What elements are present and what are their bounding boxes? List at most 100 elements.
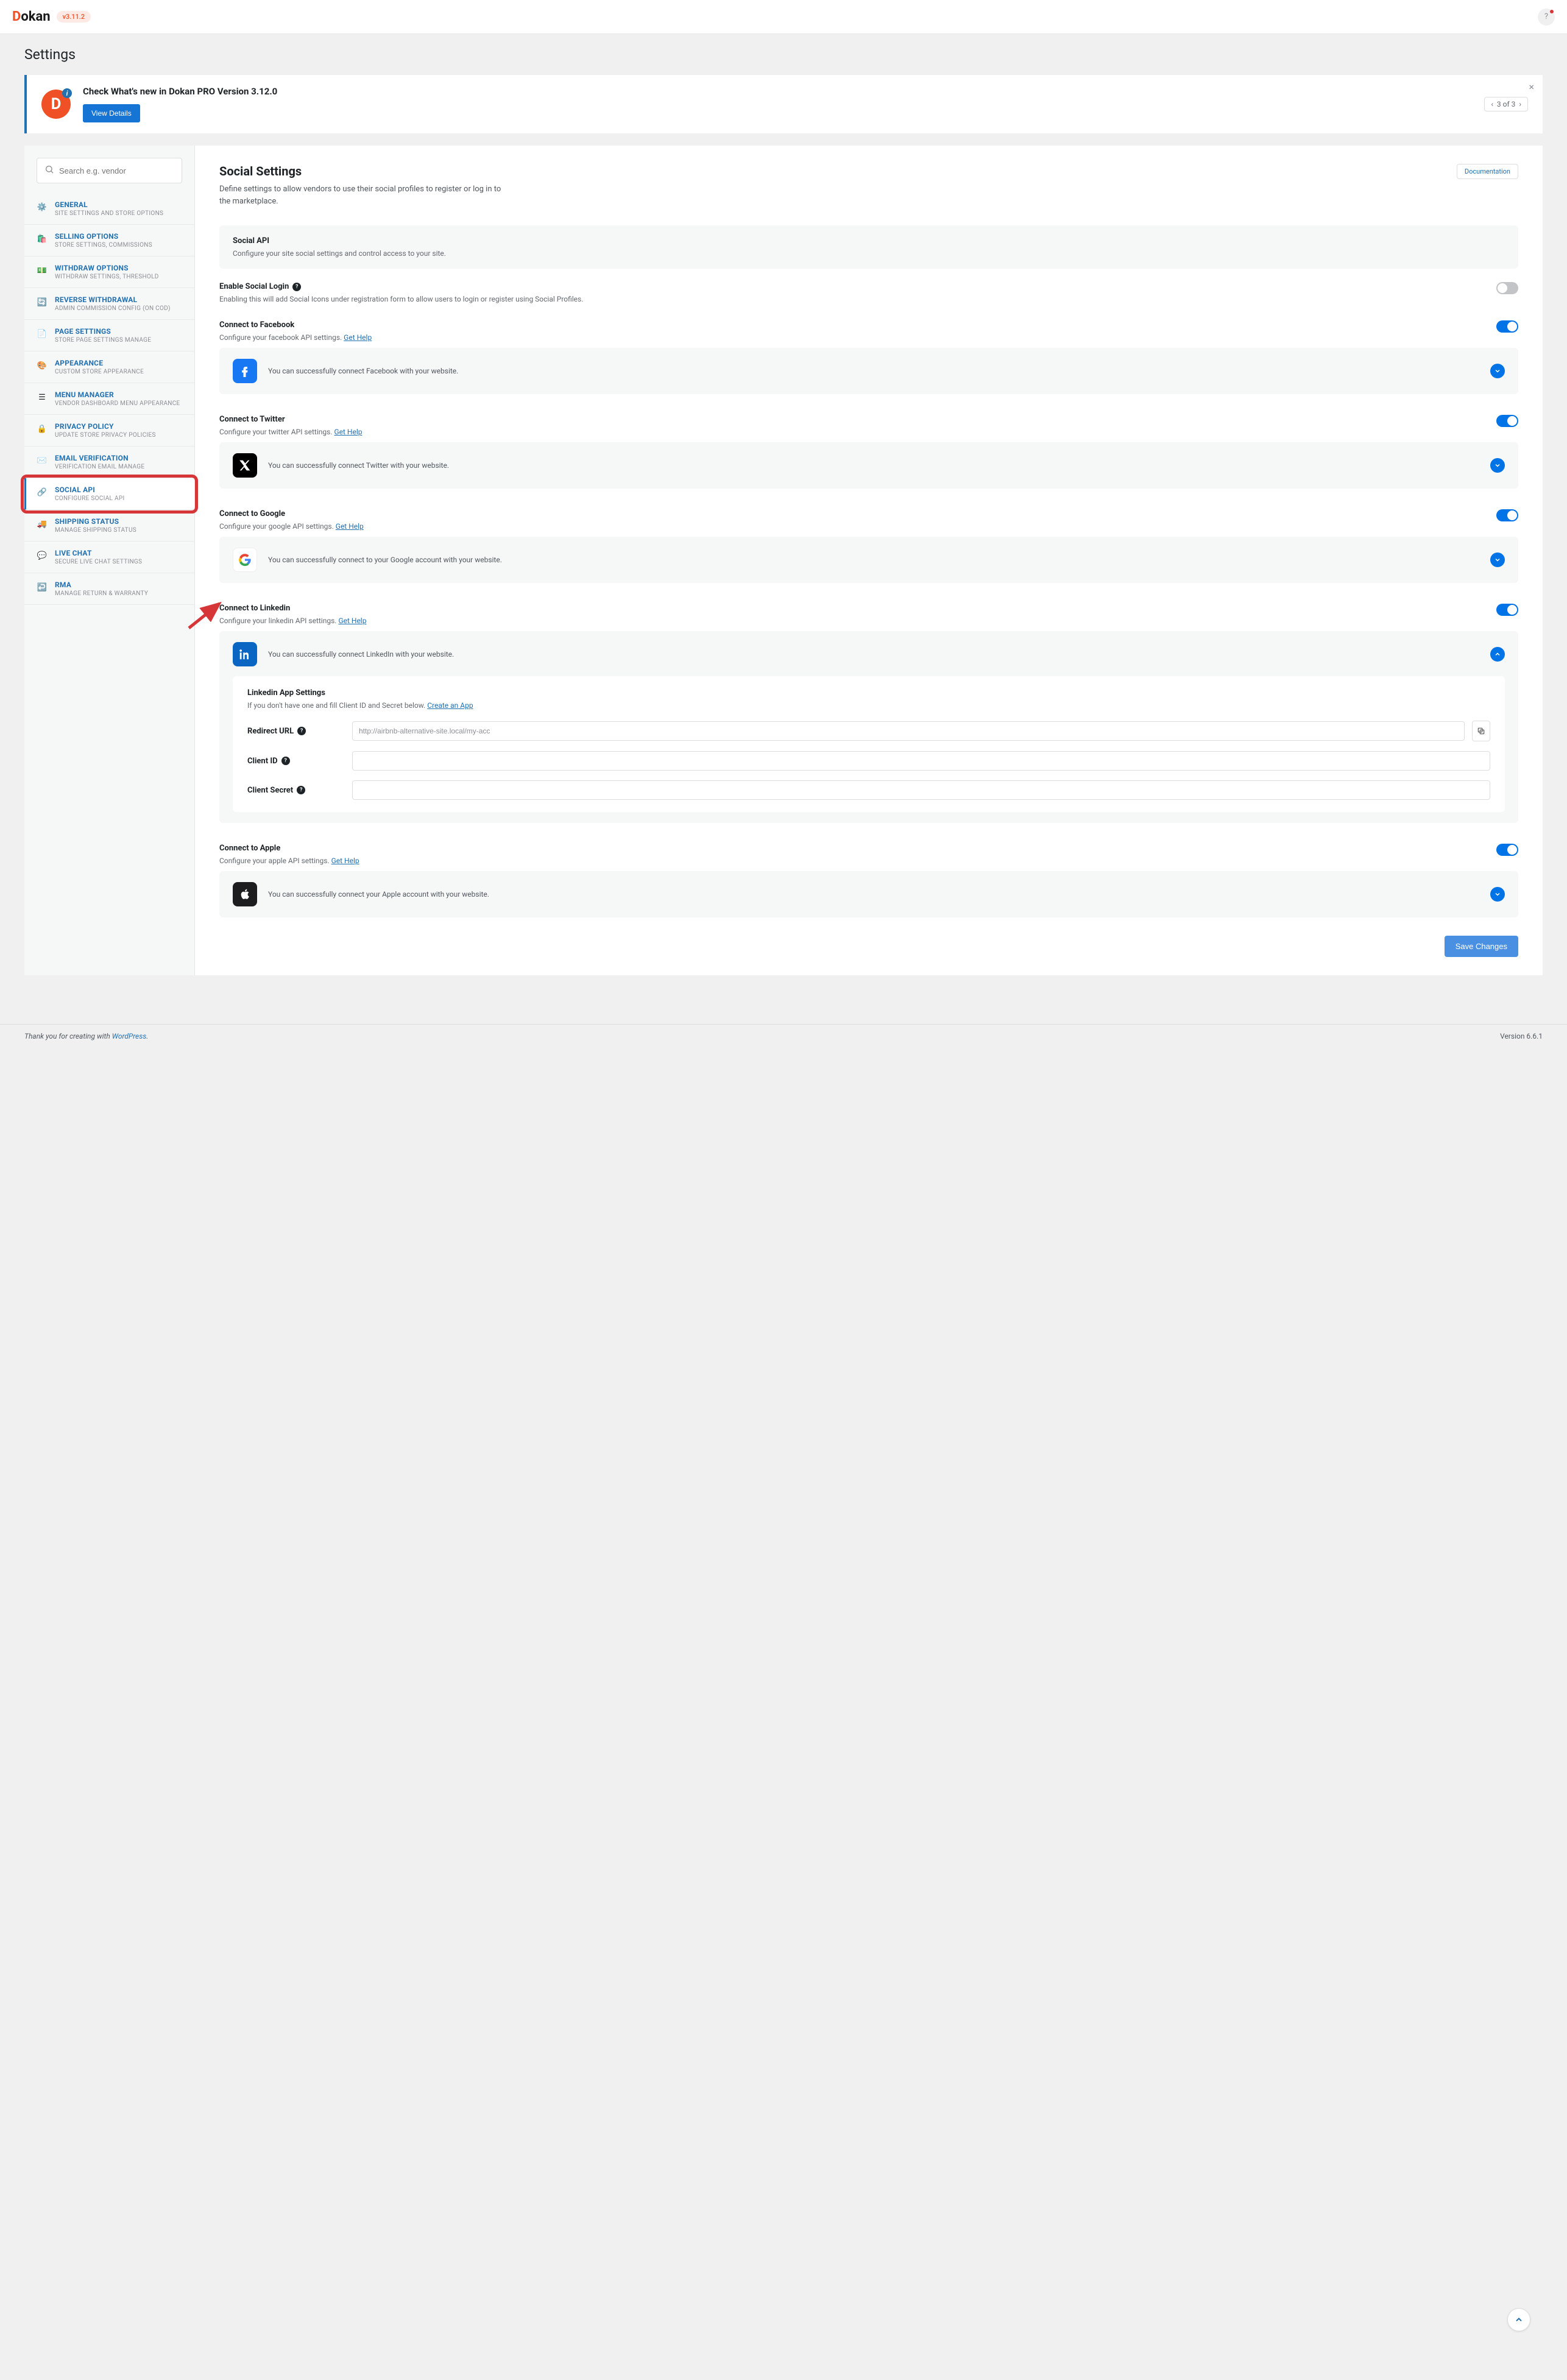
view-details-button[interactable]: View Details [83,104,140,122]
nav-desc: SITE SETTINGS AND STORE OPTIONS [55,210,182,217]
close-icon[interactable]: × [1529,81,1534,93]
nav-desc: UPDATE STORE PRIVACY POLICIES [55,432,182,439]
create-app-link[interactable]: Create an App [427,701,473,710]
nav-label: SHIPPING STATUS [55,517,182,526]
client-id-input[interactable] [352,751,1490,771]
save-changes-button[interactable]: Save Changes [1445,936,1518,957]
twitter-toggle[interactable] [1496,415,1518,427]
client-secret-input[interactable] [352,780,1490,800]
scroll-top-button[interactable] [1507,2308,1530,2331]
apple-card-text: You can successfully connect your Apple … [268,889,1479,900]
nav-icon: ✉️ [37,455,48,466]
search-box[interactable] [37,158,182,183]
sidebar-item-page-settings[interactable]: 📄 PAGE SETTINGS STORE PAGE SETTINGS MANA… [24,320,194,351]
nav-icon: 🔗 [37,487,48,498]
facebook-expand-button[interactable] [1490,364,1505,378]
facebook-help-link[interactable]: Get Help [344,333,372,342]
nav-desc: SECURE LIVE CHAT SETTINGS [55,559,182,565]
nav-label: EMAIL VERIFICATION [55,454,182,462]
nav-icon: 🔄 [37,297,48,308]
sidebar-item-menu-manager[interactable]: ☰ MENU MANAGER VENDOR DASHBOARD MENU APP… [24,383,194,415]
nav-icon: ⚙️ [37,202,48,213]
nav-icon: ☰ [37,392,48,403]
content-title: Social Settings [219,164,512,178]
apple-help-link[interactable]: Get Help [331,856,359,865]
sidebar-item-appearance[interactable]: 🎨 APPEARANCE CUSTOM STORE APPEARANCE [24,351,194,383]
copy-button[interactable] [1472,721,1490,741]
nav-label: SELLING OPTIONS [55,232,182,241]
help-button[interactable]: ? [1538,9,1555,26]
nav-label: WITHDRAW OPTIONS [55,264,182,272]
sidebar-item-shipping-status[interactable]: 🚚 SHIPPING STATUS MANAGE SHIPPING STATUS [24,510,194,542]
notice-title: Check What's new in Dokan PRO Version 3.… [83,86,1472,97]
nav-desc: ADMIN COMMISSION CONFIG (ON COD) [55,305,182,312]
notice-pager[interactable]: ‹ 3 of 3 › [1484,97,1528,111]
nav-icon: 💵 [37,265,48,276]
sidebar-item-live-chat[interactable]: 💬 LIVE CHAT SECURE LIVE CHAT SETTINGS [24,542,194,573]
nav-icon: 💬 [37,550,48,561]
sidebar-item-reverse-withdrawal[interactable]: 🔄 REVERSE WITHDRAWAL ADMIN COMMISSION CO… [24,288,194,320]
chevron-left-icon[interactable]: ‹ [1491,100,1493,108]
facebook-card-text: You can successfully connect Facebook wi… [268,365,1479,376]
wp-version: Version 6.6.1 [1500,1032,1543,1040]
wordpress-link[interactable]: WordPress [112,1032,147,1040]
nav-icon: ↩️ [37,582,48,593]
apple-title: Connect to Apple [219,844,1484,853]
nav-icon: 📄 [37,328,48,339]
api-section-title: Social API [233,236,1505,245]
twitter-expand-button[interactable] [1490,458,1505,473]
nav-label: APPEARANCE [55,359,182,367]
sidebar-item-social-api[interactable]: 🔗 SOCIAL API CONFIGURE SOCIAL API [24,478,194,510]
nav-icon: 🔒 [37,423,48,434]
linkedin-title: Connect to Linkedin [219,604,1484,613]
api-section-desc: Configure your site social settings and … [233,249,1505,258]
enable-login-label: Enable Social Login [219,282,289,291]
nav-label: REVERSE WITHDRAWAL [55,295,182,304]
nav-desc: CONFIGURE SOCIAL API [55,495,182,502]
nav-desc: MANAGE SHIPPING STATUS [55,527,182,534]
linkedin-help-link[interactable]: Get Help [338,616,366,625]
help-icon[interactable]: ? [292,283,301,291]
settings-sidebar: ⚙️ GENERAL SITE SETTINGS AND STORE OPTIO… [24,146,195,975]
sidebar-item-withdraw-options[interactable]: 💵 WITHDRAW OPTIONS WITHDRAW SETTINGS, TH… [24,256,194,288]
sidebar-item-email-verification[interactable]: ✉️ EMAIL VERIFICATION VERIFICATION EMAIL… [24,447,194,478]
help-icon[interactable]: ? [281,757,290,765]
search-icon [44,164,54,177]
nav-label: LIVE CHAT [55,549,182,557]
sidebar-item-selling-options[interactable]: 🛍️ SELLING OPTIONS STORE SETTINGS, COMMI… [24,225,194,256]
apple-toggle[interactable] [1496,844,1518,856]
linkedin-card-text: You can successfully connect LinkedIn wi… [268,649,1479,660]
help-icon[interactable]: ? [297,786,305,794]
nav-icon: 🎨 [37,360,48,371]
google-title: Connect to Google [219,509,1484,518]
nav-desc: MANAGE RETURN & WARRANTY [55,590,182,597]
facebook-toggle[interactable] [1496,320,1518,333]
sidebar-item-general[interactable]: ⚙️ GENERAL SITE SETTINGS AND STORE OPTIO… [24,193,194,225]
google-card-text: You can successfully connect to your Goo… [268,554,1479,565]
chevron-right-icon[interactable]: › [1519,100,1521,108]
nav-label: MENU MANAGER [55,390,182,399]
nav-desc: CUSTOM STORE APPEARANCE [55,369,182,375]
google-toggle[interactable] [1496,509,1518,521]
linkedin-collapse-button[interactable] [1490,647,1505,662]
content-subtitle: Define settings to allow vendors to use … [219,183,512,207]
twitter-card-text: You can successfully connect Twitter wit… [268,460,1479,471]
redirect-url-input[interactable] [352,721,1465,741]
notice-banner: D Check What's new in Dokan PRO Version … [24,75,1543,133]
help-icon[interactable]: ? [297,727,306,735]
nav-icon: 🛍️ [37,233,48,244]
apple-expand-button[interactable] [1490,887,1505,902]
enable-login-toggle[interactable] [1496,282,1518,294]
nav-desc: VENDOR DASHBOARD MENU APPEARANCE [55,400,182,407]
google-help-link[interactable]: Get Help [336,522,364,531]
documentation-link[interactable]: Documentation [1457,164,1518,179]
nav-label: PAGE SETTINGS [55,327,182,336]
nav-desc: WITHDRAW SETTINGS, THRESHOLD [55,274,182,280]
sidebar-item-rma[interactable]: ↩️ RMA MANAGE RETURN & WARRANTY [24,573,194,605]
twitter-help-link[interactable]: Get Help [334,428,362,436]
google-expand-button[interactable] [1490,553,1505,567]
sidebar-item-privacy-policy[interactable]: 🔒 PRIVACY POLICY UPDATE STORE PRIVACY PO… [24,415,194,447]
page-title: Settings [24,46,1543,63]
linkedin-toggle[interactable] [1496,604,1518,616]
search-input[interactable] [59,166,174,175]
